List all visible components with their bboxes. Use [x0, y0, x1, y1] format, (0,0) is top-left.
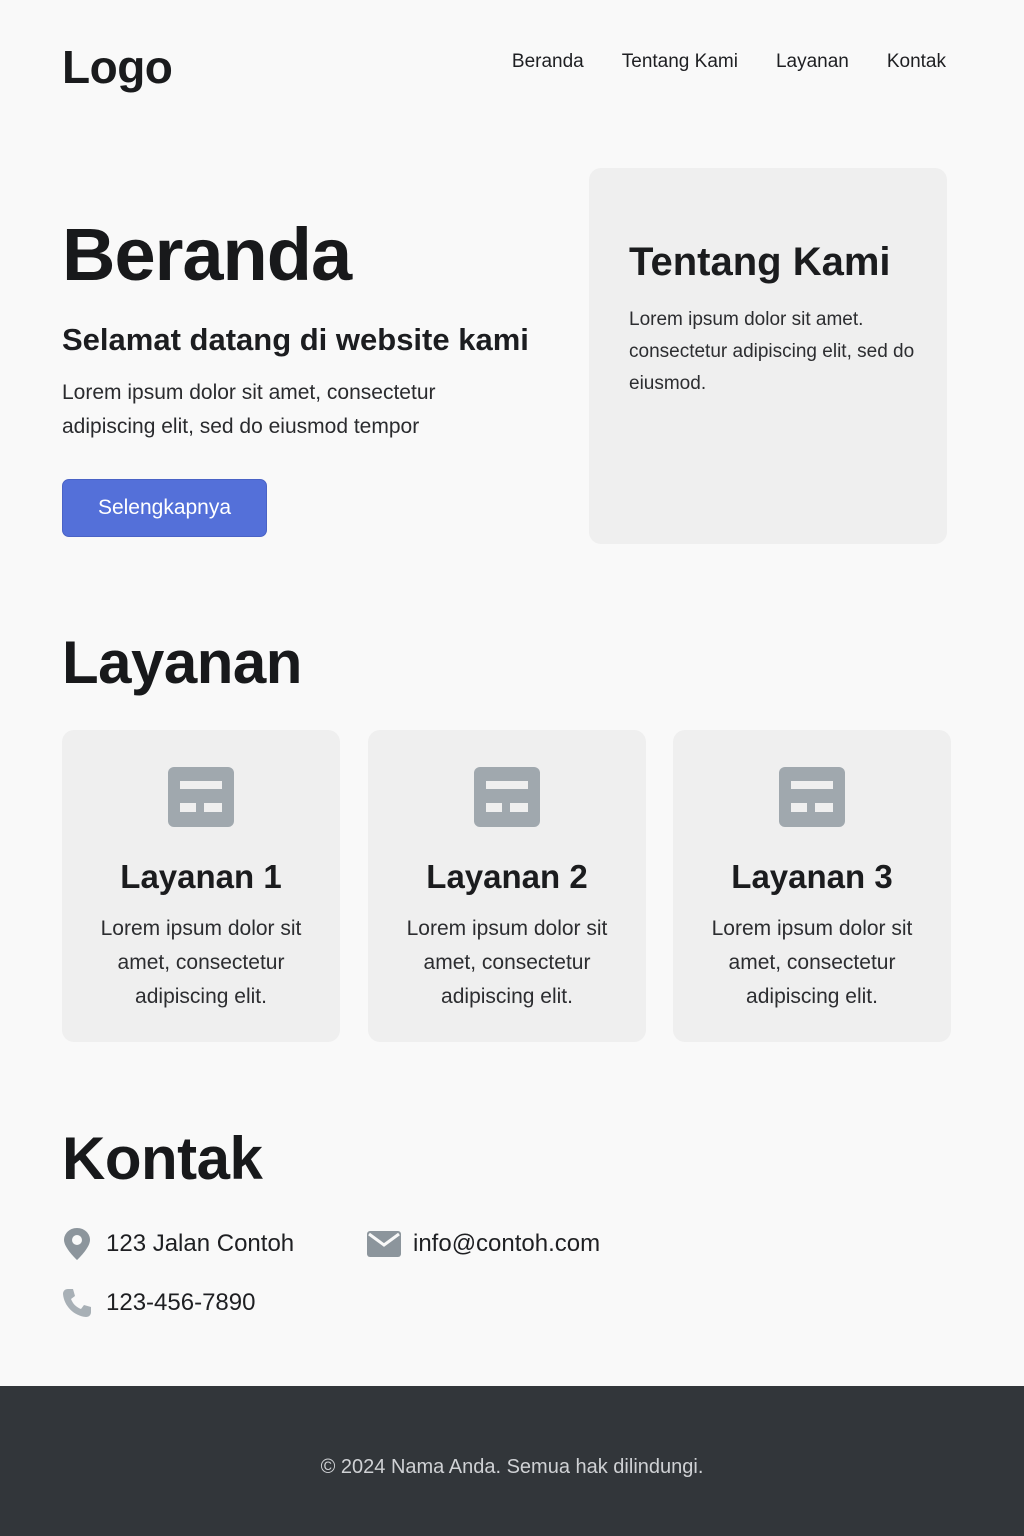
- service-name: Layanan 2: [426, 858, 588, 895]
- services-title: Layanan: [62, 629, 302, 696]
- logo[interactable]: Logo: [62, 40, 173, 94]
- main-nav: Beranda Tentang Kami Layanan Kontak: [512, 51, 946, 73]
- address-text: 123 Jalan Contoh: [106, 1230, 295, 1257]
- hero-subtitle: Selamat datang di website kami: [62, 322, 529, 357]
- contact-phone: 123-456-7890: [60, 1286, 255, 1320]
- phone-icon: [60, 1286, 94, 1320]
- service-text: Lorem ipsum dolor sit amet, consectetur …: [711, 917, 913, 1008]
- service-text: Lorem ipsum dolor sit amet, consectetur …: [100, 917, 302, 1008]
- email-text[interactable]: info@contoh.com: [413, 1230, 600, 1258]
- selengkapnya-button[interactable]: Selengkapnya: [62, 479, 267, 537]
- layout-icon: [779, 767, 845, 827]
- nav-link-beranda[interactable]: Beranda: [512, 51, 584, 73]
- hero-text: Lorem ipsum dolor sit amet, consectetur …: [62, 381, 436, 438]
- service-text: Lorem ipsum dolor sit amet, consectetur …: [406, 917, 608, 1008]
- about-title: Tentang Kami: [629, 240, 891, 284]
- layout-icon: [168, 767, 234, 827]
- contact-title: Kontak: [62, 1125, 263, 1192]
- service-card-3: Layanan 3 Lorem ipsum dolor sit amet, co…: [673, 730, 951, 1042]
- service-name: Layanan 3: [731, 858, 893, 895]
- contact-address: 123 Jalan Contoh: [60, 1227, 294, 1261]
- footer-copyright: © 2024 Nama Anda. Semua hak dilindungi.: [320, 1456, 704, 1478]
- page: Logo Beranda Tentang Kami Layanan Kontak…: [0, 0, 1024, 1536]
- service-card-2: Layanan 2 Lorem ipsum dolor sit amet, co…: [368, 730, 646, 1042]
- phone-text: 123-456-7890: [106, 1289, 256, 1316]
- nav-link-kontak[interactable]: Kontak: [887, 51, 946, 73]
- map-pin-icon: [60, 1227, 94, 1261]
- hero-title: Beranda: [62, 213, 352, 296]
- layout-icon: [474, 767, 540, 827]
- envelope-icon: [367, 1227, 401, 1261]
- about-text: Lorem ipsum dolor sit amet. consectetur …: [629, 309, 915, 394]
- service-name: Layanan 1: [120, 858, 282, 895]
- site-header: Logo Beranda Tentang Kami Layanan Kontak: [62, 40, 946, 100]
- service-card-1: Layanan 1 Lorem ipsum dolor sit amet, co…: [62, 730, 340, 1042]
- about-card: Tentang Kami Lorem ipsum dolor sit amet.…: [589, 168, 947, 544]
- nav-link-tentang-kami[interactable]: Tentang Kami: [622, 51, 738, 73]
- nav-link-layanan[interactable]: Layanan: [776, 51, 849, 73]
- contact-email[interactable]: info@contoh.com: [367, 1227, 600, 1261]
- site-footer: © 2024 Nama Anda. Semua hak dilindungi.: [0, 1386, 1024, 1536]
